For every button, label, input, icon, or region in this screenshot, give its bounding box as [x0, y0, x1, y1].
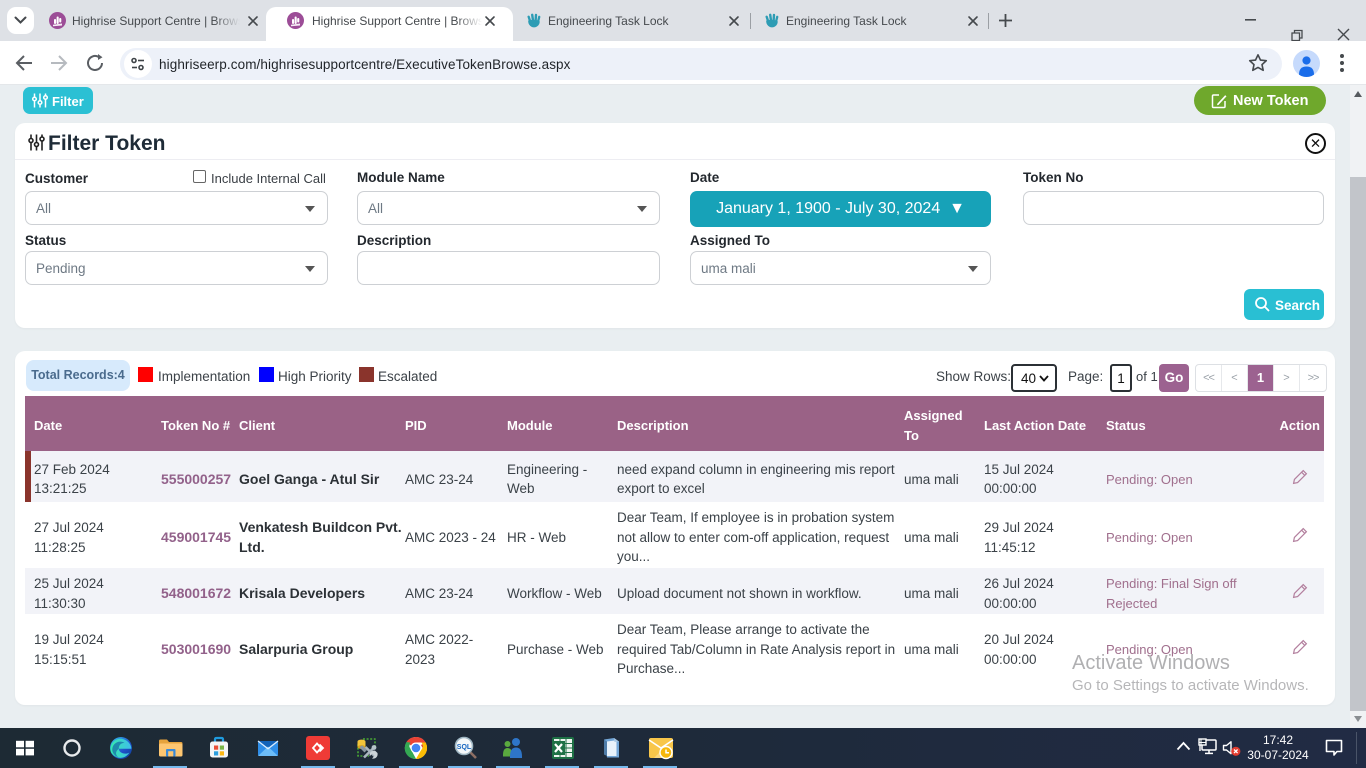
svg-text:SQL: SQL: [457, 744, 472, 751]
